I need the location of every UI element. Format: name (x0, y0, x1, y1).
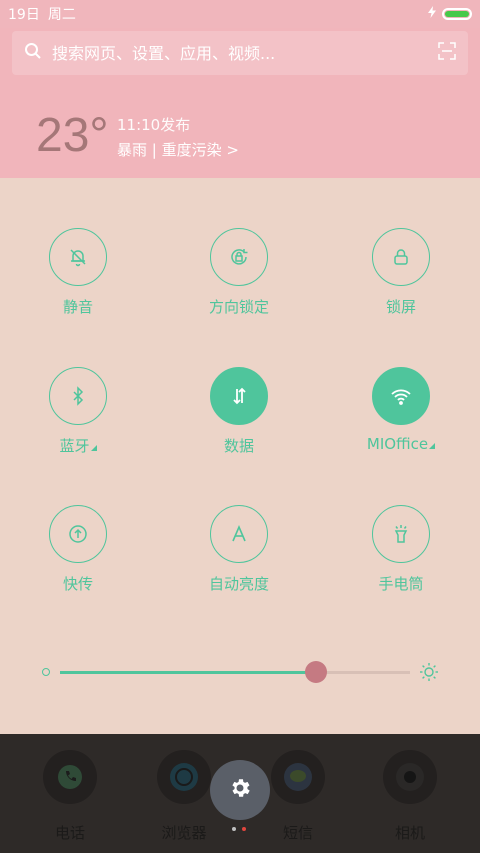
brightness-thumb[interactable] (305, 661, 327, 683)
toggle-wifi-label: MIOffice (341, 435, 461, 453)
toggle-rotation-lock-label: 方向锁定 (208, 298, 269, 316)
auto-brightness-icon[interactable] (210, 505, 268, 563)
wifi-icon[interactable] (372, 367, 430, 425)
scan-icon[interactable] (438, 42, 456, 64)
wifi-label-text: MIOffice (366, 435, 429, 453)
toggle-auto-brightness-label: 自动亮度 (208, 575, 269, 593)
brightness-min-icon (42, 668, 50, 676)
weather-time: 11:10发布 (117, 116, 191, 134)
battery-icon (442, 8, 472, 20)
phone-icon[interactable] (43, 750, 97, 804)
dock-app-phone-label: 电话 (54, 824, 85, 842)
toggle-lock-screen-label: 锁屏 (385, 298, 416, 316)
status-date: 19日 (8, 7, 40, 23)
bell-off-icon[interactable] (49, 228, 107, 286)
transfer-icon[interactable] (49, 505, 107, 563)
dock-app-messages-label: 短信 (282, 824, 313, 842)
search-bar[interactable] (12, 31, 468, 75)
expand-arrow-icon (429, 443, 436, 449)
gear-icon[interactable] (228, 776, 252, 804)
quick-settings-panel: 静音 方向锁定 锁屏 蓝牙 数据 MIOffice 快传 自动亮度 手电筒 (0, 178, 480, 734)
toggle-data[interactable]: 数据 (179, 367, 299, 456)
toggle-bluetooth-label: 蓝牙 (18, 435, 138, 456)
settings-button[interactable] (210, 760, 270, 820)
toggle-auto-brightness[interactable]: 自动亮度 (179, 505, 299, 594)
status-weekday: 周二 (47, 7, 76, 23)
dock-app-phone[interactable]: 电话 (22, 750, 118, 843)
data-icon[interactable] (210, 367, 268, 425)
charging-icon (428, 6, 436, 22)
toggle-data-label: 数据 (223, 437, 254, 455)
browser-icon[interactable] (157, 750, 211, 804)
status-bar: 19日 周二 (0, 0, 480, 28)
header-area: 23° 11:10发布 暴雨 | 重度污染 > (0, 28, 480, 178)
message-icon[interactable] (271, 750, 325, 804)
toggle-silent[interactable]: 静音 (18, 228, 138, 317)
lock-icon[interactable] (372, 228, 430, 286)
weather-description: 暴雨 | 重度污染 > (117, 141, 239, 159)
toggle-quick-transfer-label: 快传 (62, 575, 93, 593)
status-right (428, 6, 472, 22)
camera-icon[interactable] (383, 750, 437, 804)
rotation-lock-icon[interactable] (210, 228, 268, 286)
toggle-flashlight[interactable]: 手电筒 (341, 505, 461, 594)
bluetooth-icon[interactable] (49, 367, 107, 425)
toggle-bluetooth[interactable]: 蓝牙 (18, 367, 138, 456)
brightness-track[interactable] (60, 661, 410, 683)
toggle-quick-transfer[interactable]: 快传 (18, 505, 138, 594)
toggle-wifi[interactable]: MIOffice (341, 367, 461, 453)
toggle-lock-screen[interactable]: 锁屏 (341, 228, 461, 317)
dock-app-camera[interactable]: 相机 (362, 750, 458, 843)
weather-temperature[interactable]: 23° (36, 108, 109, 163)
toggle-silent-label: 静音 (62, 298, 93, 316)
brightness-slider[interactable] (0, 658, 480, 688)
search-icon[interactable] (24, 42, 42, 64)
brightness-max-icon (419, 662, 439, 686)
page-indicator (232, 827, 246, 831)
expand-arrow-icon (90, 445, 97, 451)
dock-app-camera-label: 相机 (394, 824, 425, 842)
brightness-fill (60, 671, 316, 674)
page-dot-active (242, 827, 246, 831)
bluetooth-label-text: 蓝牙 (59, 437, 90, 455)
flashlight-icon[interactable] (372, 505, 430, 563)
page-dot (232, 827, 236, 831)
search-input[interactable] (52, 43, 438, 63)
dock-app-browser-label: 浏览器 (161, 824, 207, 842)
toggle-flashlight-label: 手电筒 (378, 575, 424, 593)
weather-info[interactable]: 11:10发布 暴雨 | 重度污染 > (117, 114, 239, 160)
toggle-rotation-lock[interactable]: 方向锁定 (179, 228, 299, 317)
